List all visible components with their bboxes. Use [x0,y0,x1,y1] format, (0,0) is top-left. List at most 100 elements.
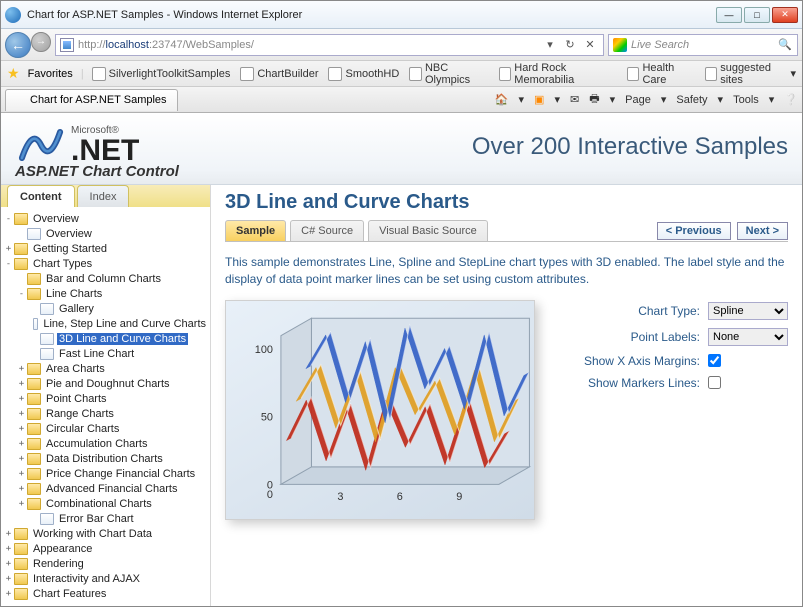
tree-toggle-icon[interactable]: + [3,574,14,584]
browser-tab[interactable]: Chart for ASP.NET Samples [5,89,178,111]
previous-button[interactable]: < Previous [657,222,731,240]
tree-node[interactable]: +Working with Chart Data [3,526,208,541]
fav-item[interactable]: NBC Olympics [409,62,488,86]
menu-safety[interactable]: Safety [676,94,707,106]
favicon-icon [240,67,254,81]
back-button[interactable]: ← [5,32,31,58]
tree-toggle-icon[interactable]: + [16,424,27,434]
tree-toggle-icon[interactable]: + [16,394,27,404]
tree-node[interactable]: Overview [3,226,208,241]
menu-page[interactable]: Page [625,94,651,106]
tree-node[interactable]: +Pie and Doughnut Charts [3,376,208,391]
maximize-button[interactable]: □ [744,7,770,23]
help-icon[interactable]: ❔ [784,93,798,106]
svg-text:9: 9 [456,491,462,503]
tree-toggle-icon[interactable]: - [3,214,14,224]
tree-toggle-icon[interactable]: + [16,499,27,509]
tree-toggle-icon[interactable]: + [16,409,27,419]
mail-icon[interactable]: ✉ [570,93,579,106]
tree-toggle-icon[interactable]: - [16,289,27,299]
dropdown-icon[interactable]: ▾ [541,36,559,54]
tree-node[interactable]: +Appearance [3,541,208,556]
home-icon[interactable]: 🏠 [495,93,509,106]
sidebar-tab-index[interactable]: Index [77,185,130,207]
tree-toggle-icon[interactable]: + [3,529,14,539]
refresh-icon[interactable]: ↻ [561,36,579,54]
tree-node[interactable]: +Range Charts [3,406,208,421]
tree-node[interactable]: +Getting Started [3,241,208,256]
chart-type-select[interactable]: Spline [708,302,788,320]
folder-icon [27,483,41,495]
sidebar-tab-content[interactable]: Content [7,185,75,207]
search-box[interactable]: Live Search 🔍 [608,34,798,56]
xmargins-checkbox[interactable] [708,354,721,367]
next-button[interactable]: Next > [737,222,788,240]
tree-label: Advanced Financial Charts [44,483,179,495]
tree-toggle-icon[interactable]: + [16,439,27,449]
tree-node[interactable]: Gallery [3,301,208,316]
tree-toggle-icon[interactable]: + [16,454,27,464]
tree-toggle-icon[interactable]: + [3,589,14,599]
tab-vb[interactable]: Visual Basic Source [368,220,488,241]
tree-toggle-icon[interactable]: + [16,379,27,389]
tree-node[interactable]: +Data Distribution Charts [3,451,208,466]
minimize-button[interactable]: ― [716,7,742,23]
tree-node[interactable]: +Combinational Charts [3,496,208,511]
tab-csharp[interactable]: C# Source [290,220,364,241]
tree-node[interactable]: + Chart Features [3,586,208,601]
tree-node[interactable]: +Area Charts [3,361,208,376]
tree-label: Overview [44,228,94,240]
tree-toggle-icon[interactable]: + [3,244,14,254]
tree-node[interactable]: Fast Line Chart [3,346,208,361]
markers-checkbox[interactable] [708,376,721,389]
tree-toggle-icon[interactable]: + [16,469,27,479]
fav-item[interactable]: suggested sites ▾ [705,62,796,86]
tree-node[interactable]: +Rendering [3,556,208,571]
tree-node[interactable]: Bar and Column Charts [3,271,208,286]
favorites-label[interactable]: Favorites [28,68,73,80]
tree-toggle-icon[interactable]: + [16,364,27,374]
tree-toggle-icon[interactable]: + [3,544,14,554]
tree-node[interactable]: +Point Charts [3,391,208,406]
close-button[interactable]: ✕ [772,7,798,23]
favorites-star-icon[interactable]: ★ [7,65,20,82]
tree-node[interactable]: +Accumulation Charts [3,436,208,451]
favicon-icon [409,67,422,81]
folder-icon [27,453,41,465]
point-labels-select[interactable]: None [708,328,788,346]
tree-node[interactable]: Line, Step Line and Curve Charts [3,316,208,331]
tree-node[interactable]: 3D Line and Curve Charts [3,331,208,346]
fav-item[interactable]: ChartBuilder [240,62,318,86]
tree-toggle-icon[interactable]: + [3,559,14,569]
tree-node[interactable]: +Interactivity and AJAX [3,571,208,586]
tree-label: Chart Features [31,588,108,600]
tab-sample[interactable]: Sample [225,220,286,241]
tree-label: Circular Charts [44,423,121,435]
tree-node[interactable]: +Price Change Financial Charts [3,466,208,481]
print-icon[interactable]: 🖶 [589,90,599,109]
fav-item[interactable]: SmoothHD [328,62,399,86]
tree-node[interactable]: -Line Charts [3,286,208,301]
favicon-icon [499,67,512,81]
menu-tools[interactable]: Tools [733,94,759,106]
tree-toggle-icon[interactable]: + [16,484,27,494]
address-bar[interactable]: http://localhost:23747/WebSamples/ ▾ ↻ ✕ [55,34,604,56]
tree-node[interactable]: Error Bar Chart [3,511,208,526]
tree-toggle-icon[interactable]: - [3,259,14,269]
fav-item[interactable]: Health Care [627,62,695,86]
tree-node[interactable]: - Chart Types [3,256,208,271]
forward-button[interactable]: → [31,32,51,52]
folder-icon [14,258,28,270]
tree-label: Chart Types [31,258,94,270]
tree-node[interactable]: + Advanced Financial Charts [3,481,208,496]
tab-icon [12,93,26,107]
page-icon [40,333,54,345]
tree-node[interactable]: + Circular Charts [3,421,208,436]
fav-item[interactable]: SilverlightToolkitSamples [92,62,231,86]
fav-item[interactable]: Hard Rock Memorabilia [499,62,617,86]
tree-node[interactable]: -Overview [3,211,208,226]
tree-view: -Overview Overview+Getting Started - Chart … [1,207,210,606]
stop-icon[interactable]: ✕ [581,36,599,54]
feed-icon[interactable]: ▣ [534,93,544,106]
search-icon[interactable]: 🔍 [777,38,793,51]
